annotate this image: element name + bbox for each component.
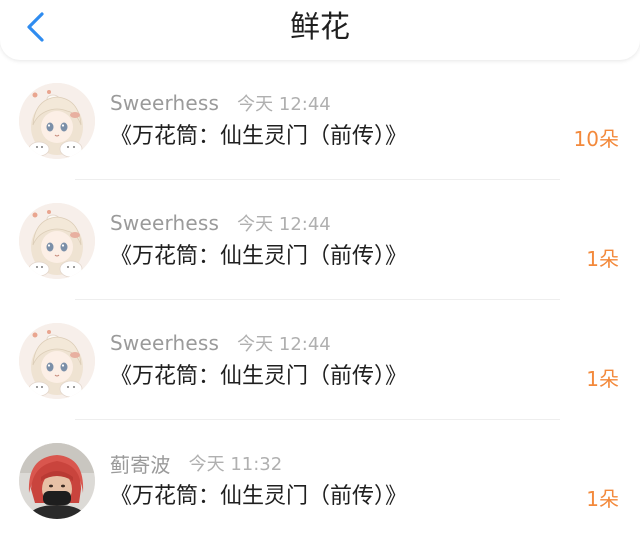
work-title-link[interactable]: 《万花筒：仙生灵门（前传）》 [110,482,407,512]
anime-girl-avatar-icon [19,203,95,279]
user-name[interactable]: 蓟寄波 [110,449,171,478]
user-name[interactable]: Sweerhess [110,91,219,115]
work-title-link[interactable]: 《万花筒：仙生灵门（前传）》 [110,122,407,152]
flower-count: 1朵 [586,247,619,271]
header-bar: 鲜花 [0,0,640,60]
red-hair-person-avatar-icon [19,443,95,519]
record-meta: Sweerhess 今天 12:44 [110,210,331,236]
record-meta: Sweerhess 今天 12:44 [110,90,331,116]
timestamp: 今天 12:44 [237,94,331,115]
list-item[interactable]: Sweerhess 今天 12:44 《万花筒：仙生灵门（前传）》 1朵 [0,300,640,420]
anime-girl-avatar-icon [19,323,95,399]
flower-count: 1朵 [586,367,619,391]
flower-count: 1朵 [586,487,619,511]
timestamp: 今天 11:32 [188,454,283,475]
list-item[interactable]: Sweerhess 今天 12:44 《万花筒：仙生灵门（前传）》 1朵 [0,180,640,300]
work-title-link[interactable]: 《万花筒：仙生灵门（前传）》 [110,242,407,272]
timestamp: 今天 12:44 [237,334,331,355]
record-meta: 蓟寄波 今天 11:32 [110,449,283,478]
avatar[interactable] [19,323,95,399]
flower-record-list: Sweerhess 今天 12:44 《万花筒：仙生灵门（前传）》 10朵 Sw… [0,60,640,544]
list-item[interactable]: Sweerhess 今天 12:44 《万花筒：仙生灵门（前传）》 10朵 [0,60,640,180]
anime-girl-avatar-icon [19,83,95,159]
avatar[interactable] [19,203,95,279]
page-title: 鲜花 [290,10,350,45]
work-title-link[interactable]: 《万花筒：仙生灵门（前传）》 [110,362,407,392]
timestamp: 今天 12:44 [237,214,331,235]
list-item[interactable]: 蓟寄波 今天 11:32 《万花筒：仙生灵门（前传）》 1朵 [0,420,640,540]
record-meta: Sweerhess 今天 12:44 [110,330,331,356]
avatar[interactable] [19,83,95,159]
user-name[interactable]: Sweerhess [110,331,219,355]
user-name[interactable]: Sweerhess [110,211,219,235]
avatar[interactable] [19,443,95,519]
flower-count: 10朵 [573,127,619,151]
